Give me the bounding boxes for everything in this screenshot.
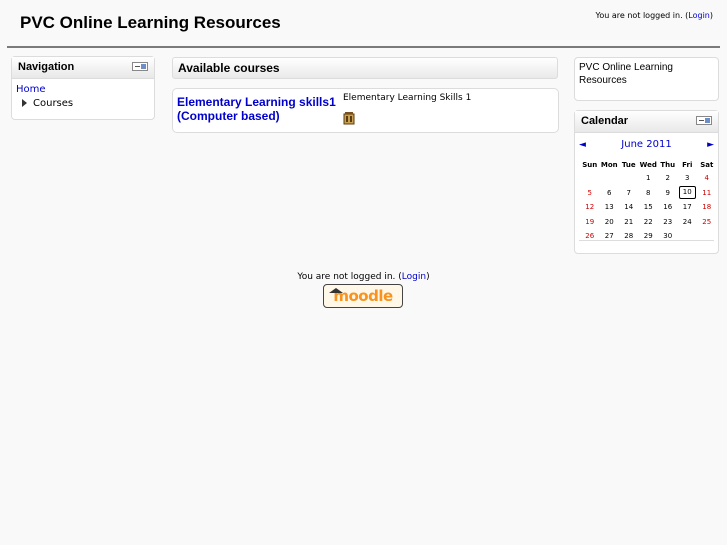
calendar-day[interactable]: 4 xyxy=(697,171,717,186)
calendar-empty-cell xyxy=(619,171,639,186)
navigation-block-header: Navigation xyxy=(12,57,154,79)
calendar-day[interactable]: 12 xyxy=(580,200,600,215)
calendar-day[interactable]: 7 xyxy=(619,186,639,201)
calendar-day[interactable]: 25 xyxy=(697,215,717,230)
calendar-day[interactable]: 14 xyxy=(619,200,639,215)
calendar-empty-cell xyxy=(580,171,600,186)
calendar-week-row: 1234 xyxy=(580,171,717,186)
calendar-day[interactable]: 21 xyxy=(619,215,639,230)
calendar-week-row: 12 13 14 15 16 17 18 xyxy=(580,200,717,215)
login-link[interactable]: Login xyxy=(688,11,710,20)
calendar-day[interactable]: 10 xyxy=(678,186,698,201)
footer-login-link[interactable]: Login xyxy=(402,272,426,282)
calendar-day[interactable]: 6 xyxy=(600,186,620,201)
calendar-day[interactable]: 5 xyxy=(580,186,600,201)
calendar-empty-cell xyxy=(697,229,717,244)
calendar-day[interactable]: 20 xyxy=(600,215,620,230)
footer-login-suffix: ) xyxy=(426,272,430,282)
footer-login-info: You are not logged in. (Login) xyxy=(0,272,727,282)
calendar-empty-cell xyxy=(600,171,620,186)
graduation-cap-icon xyxy=(329,288,343,293)
site-description-text: PVC Online Learning Resources xyxy=(579,62,673,86)
footer-login-prefix: You are not logged in. ( xyxy=(297,272,402,282)
next-month-arrow-icon[interactable]: ► xyxy=(707,135,714,155)
calendar-empty-cell xyxy=(678,229,698,244)
site-description-block: PVC Online Learning Resources xyxy=(574,57,719,101)
calendar-day[interactable]: 8 xyxy=(639,186,659,201)
hide-block-icon[interactable] xyxy=(132,62,148,71)
course-summary: Elementary Learning Skills 1 xyxy=(343,93,472,103)
available-courses-heading: Available courses xyxy=(172,57,558,79)
login-info-suffix: ) xyxy=(709,11,713,20)
header-divider xyxy=(7,46,720,48)
calendar-divider xyxy=(579,240,714,241)
site-title: PVC Online Learning Resources xyxy=(20,13,281,32)
previous-month-arrow-icon[interactable]: ◄ xyxy=(579,135,586,155)
course-list-item: Elementary Learning skills1 (Computer ba… xyxy=(172,88,559,133)
course-name-link[interactable]: Elementary Learning skills1 (Computer ba… xyxy=(177,95,337,123)
calendar-block: Calendar ◄ June 2011 ► Sun Mon Tue Wed Thu Fr… xyxy=(574,110,719,254)
navigation-block: Navigation Home Courses xyxy=(11,56,155,120)
weekday-header: Mon xyxy=(600,160,618,169)
calendar-week-row: 26 27 28 29 30 xyxy=(580,229,717,244)
calendar-day[interactable]: 16 xyxy=(658,200,678,215)
calendar-day[interactable]: 24 xyxy=(678,215,698,230)
nav-courses-label: Courses xyxy=(33,98,74,109)
calendar-day[interactable]: 30 xyxy=(658,229,678,244)
calendar-day[interactable]: 17 xyxy=(678,200,698,215)
calendar-day[interactable]: 1 xyxy=(639,171,659,186)
nav-courses-item[interactable]: Courses xyxy=(16,98,150,109)
teacher-icon xyxy=(343,112,355,125)
calendar-day[interactable]: 9 xyxy=(658,186,678,201)
calendar-day[interactable]: 27 xyxy=(600,229,620,244)
moodle-logo[interactable]: moodle xyxy=(323,284,403,308)
login-info: You are not logged in. (Login) xyxy=(596,11,714,20)
calendar-day[interactable]: 18 xyxy=(697,200,717,215)
calendar-week-row: 19 20 21 22 23 24 25 xyxy=(580,215,717,230)
calendar-title: Calendar xyxy=(581,115,629,127)
navigation-title: Navigation xyxy=(18,61,75,73)
weekday-header: Tue xyxy=(621,160,636,169)
calendar-day[interactable]: 13 xyxy=(600,200,620,215)
calendar-day[interactable]: 3 xyxy=(678,171,698,186)
calendar-month-link[interactable]: June 2011 xyxy=(621,139,671,150)
weekday-header: Fri xyxy=(682,160,693,169)
nav-home-link[interactable]: Home xyxy=(16,84,150,95)
calendar-day[interactable]: 28 xyxy=(619,229,639,244)
calendar-day[interactable]: 2 xyxy=(658,171,678,186)
weekday-header: Thu xyxy=(660,160,676,169)
expand-arrow-icon[interactable] xyxy=(22,99,27,107)
weekday-header: Wed xyxy=(639,160,657,169)
hide-block-icon[interactable] xyxy=(696,116,712,125)
calendar-today[interactable]: 10 xyxy=(678,186,696,200)
weekday-header: Sun xyxy=(582,160,598,169)
calendar-day[interactable]: 22 xyxy=(639,215,659,230)
calendar-day[interactable]: 19 xyxy=(580,215,600,230)
calendar-day[interactable]: 29 xyxy=(639,229,659,244)
calendar-grid: Sun Mon Tue Wed Thu Fri Sat 1 2 3 4 5 6 7 8 9 10 11 12 13 1… xyxy=(580,158,717,244)
calendar-day[interactable]: 23 xyxy=(658,215,678,230)
calendar-day[interactable]: 26 xyxy=(580,229,600,244)
login-info-prefix: You are not logged in. ( xyxy=(595,11,689,20)
calendar-week-row: 5 6 7 8 9 10 11 xyxy=(580,186,717,201)
weekday-header: Sat xyxy=(700,160,714,169)
calendar-day[interactable]: 15 xyxy=(639,200,659,215)
calendar-month-nav: ◄ June 2011 ► xyxy=(575,135,718,155)
calendar-block-header: Calendar xyxy=(575,111,718,133)
calendar-day[interactable]: 11 xyxy=(697,186,717,201)
